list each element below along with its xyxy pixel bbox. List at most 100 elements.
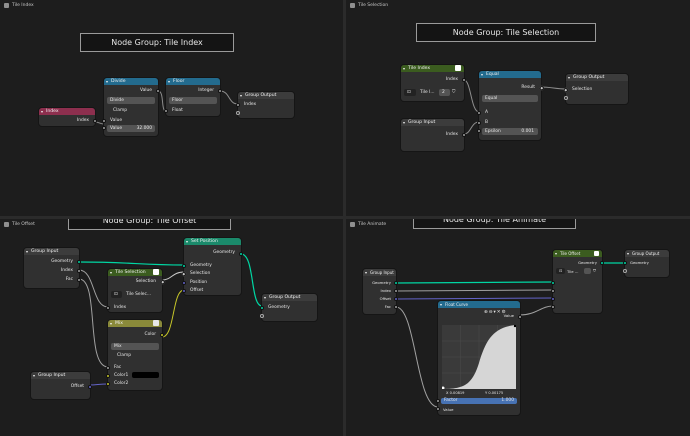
input-socket-value[interactable] [102,119,106,123]
node-group-name[interactable]: Tile Selec... [126,292,151,297]
editor-type-icon[interactable] [4,3,9,8]
input-socket-a[interactable] [477,111,481,115]
node-tree-icon-button[interactable]: ⊡ [111,291,122,298]
input-socket-value[interactable] [436,407,440,411]
output-socket-value[interactable] [518,315,522,319]
panel-header[interactable]: Tile Selection [350,3,388,8]
node-group-name[interactable]: Tile I... [420,90,435,95]
group-input-node-2[interactable]: Group Input Offset [31,372,92,399]
node-header[interactable]: Divide [104,78,158,85]
input-socket-position[interactable] [182,281,186,285]
panel-header[interactable]: Tile Animate [350,222,386,227]
tile-selection-node[interactable]: Tile Selection Selection ⊡ Tile Selec...… [106,269,165,312]
input-socket-geometry[interactable] [551,281,555,285]
input-socket-b[interactable] [477,121,481,125]
node-header[interactable]: Index [39,108,95,115]
input-socket-empty[interactable] [564,96,568,100]
tile-index-node[interactable]: Tile Index Index ⊡ Tile I... 2 ⛉ [401,64,466,101]
node-group-name[interactable]: Tile ... [567,269,578,274]
input-socket-fac[interactable] [551,305,555,309]
node-header[interactable]: Group Output [238,92,294,99]
frame-label[interactable]: Node Group: Tile Offset [68,219,231,230]
input-socket-index[interactable] [551,289,555,293]
output-socket-index[interactable] [77,269,81,273]
frame-label[interactable]: Node Group: Tile Index [80,33,234,52]
curve-point[interactable] [513,324,517,328]
divide-node[interactable]: Divide Value Divide Clamp Value Value 32… [102,78,160,136]
input-socket-empty[interactable] [260,314,264,318]
group-output-node[interactable]: Group Output Index [236,92,294,118]
index-node[interactable]: Index Index [39,108,97,126]
input-socket-divisor[interactable] [102,126,106,130]
input-socket-float[interactable] [164,109,168,113]
fake-user-shield-icon[interactable]: ⛉ [593,268,596,273]
node-header[interactable]: Group Output [262,294,317,301]
node-tree-icon-button[interactable]: ⊡ [556,268,565,274]
curve-point[interactable] [441,386,445,390]
output-socket-fac[interactable] [394,305,398,309]
node-header[interactable]: Group Input [24,248,79,255]
group-input-node[interactable]: Group Input Index [401,119,466,151]
input-socket-offset[interactable] [182,289,186,293]
input-socket-factor[interactable] [436,399,440,403]
node-header[interactable]: Float Curve [438,301,520,308]
fake-user-shield-icon[interactable]: ⛉ [452,90,455,95]
group-input-node[interactable]: Group Input Geometry Index Offset Fac [363,269,398,314]
equal-node[interactable]: Equal Result Equal A B Epsilon 0.001 [477,71,544,140]
compare-mode-dropdown[interactable]: Equal [482,95,538,102]
mix-node[interactable]: Mix Color Mix Clamp Fac Color1 Color2 [106,320,164,390]
panel-header[interactable]: Tile Offset [4,222,35,227]
output-socket-offset[interactable] [394,297,398,301]
tile-offset-node[interactable]: Tile Offset Geometry ⊡ Tile ... ⛉ [551,250,604,313]
float-curve-node[interactable]: Float Curve ⊕⊖▾✕⚙ Value X 0.00819 Y 0.00… [436,301,522,415]
input-socket-selection[interactable] [563,87,569,93]
blend-mode-dropdown[interactable]: Mix [111,343,159,350]
group-input-node[interactable]: Group Input Geometry Index Fac [24,248,81,288]
group-output-node[interactable]: Group Output Geometry [623,250,669,277]
output-socket-geometry[interactable] [394,281,398,285]
editor-type-icon[interactable] [350,222,355,227]
output-socket-index[interactable] [394,289,398,293]
epsilon-field[interactable]: Epsilon 0.001 [482,128,538,135]
output-socket-geometry[interactable] [600,261,604,265]
node-header[interactable]: Set Position [184,238,241,245]
rounding-mode-dropdown[interactable]: Floor [169,97,217,104]
input-socket-fac[interactable] [106,366,110,370]
output-socket-result[interactable] [538,85,544,91]
editor-type-icon[interactable] [350,3,355,8]
output-socket-fac[interactable] [77,278,81,282]
group-output-node[interactable]: Group Output Geometry [260,294,317,321]
curve-graph[interactable] [441,324,517,390]
panel-header[interactable]: Tile Index [4,3,34,8]
input-socket-geometry[interactable] [260,306,264,310]
output-socket-index[interactable] [462,78,466,82]
node-header[interactable]: Equal [479,71,541,78]
input-socket-offset[interactable] [551,297,555,301]
node-header[interactable]: Group Output [566,74,628,81]
output-socket-geometry[interactable] [239,252,243,256]
node-header[interactable]: Group Input [363,269,396,276]
output-socket-integer[interactable] [218,89,222,93]
input-socket-color1[interactable] [106,374,110,378]
frame-label[interactable]: Node Group: Tile Selection [416,23,596,42]
input-socket-index[interactable] [106,306,110,310]
input-socket-selection[interactable] [181,271,187,277]
input-socket-geometry[interactable] [623,261,627,265]
input-socket-empty[interactable] [623,269,627,273]
output-socket-selection[interactable] [159,279,165,285]
node-header[interactable]: Group Input [401,119,464,126]
output-socket-index[interactable] [93,119,97,123]
node-header[interactable]: Group Output [625,250,669,257]
output-socket-index[interactable] [462,133,466,137]
input-socket-color2[interactable] [106,382,110,386]
output-socket-offset[interactable] [88,385,92,389]
node-tree-icon-button[interactable]: ⊡ [404,89,416,96]
frame-label[interactable]: Node Group: Tile Animate [413,219,576,229]
input-socket-geometry[interactable] [182,264,186,268]
input-socket-empty[interactable] [236,111,240,115]
group-output-node[interactable]: Group Output Selection [563,74,628,104]
color1-swatch[interactable] [132,372,159,378]
input-socket-index[interactable] [236,103,240,107]
output-socket-color[interactable] [160,333,164,337]
floor-node[interactable]: Floor Integer Floor Float [164,78,222,116]
